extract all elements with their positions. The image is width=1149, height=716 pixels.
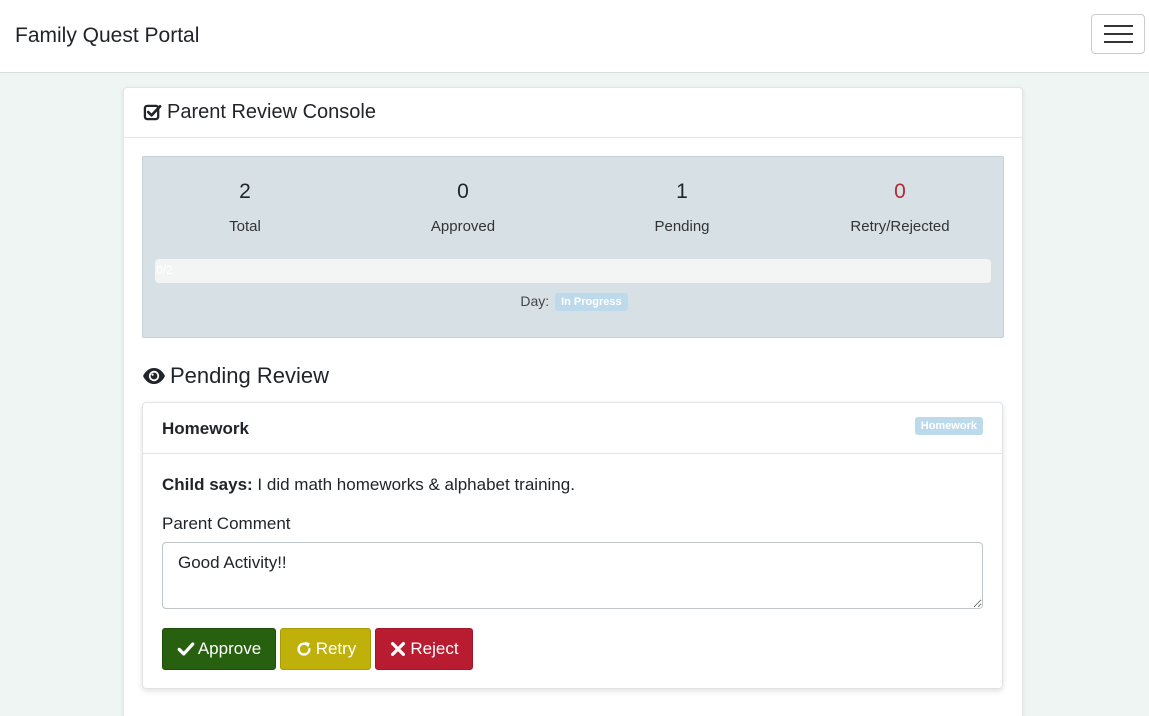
approve-label: Approve — [197, 639, 262, 658]
child-says-text: Child says: I did math homeworks & alpha… — [162, 475, 575, 495]
stats-panel: 2 Total 0 Approved 1 Pending 0 Retry/Rej… — [142, 156, 1004, 338]
pending-review-heading: Pending Review — [142, 363, 329, 389]
reject-label: Reject — [410, 639, 459, 658]
menu-toggle-button[interactable] — [1091, 14, 1145, 54]
hamburger-icon-line — [1103, 25, 1133, 27]
brand-title[interactable]: Family Quest Portal — [15, 24, 199, 48]
stat-total: 2 Total — [145, 180, 345, 235]
daily-progress-bar: 0/2 — [155, 259, 991, 283]
stat-value: 0 — [894, 180, 906, 203]
reject-button[interactable]: Reject — [375, 628, 473, 670]
check-icon — [177, 642, 195, 656]
hamburger-icon-line — [1103, 33, 1133, 35]
day-status-badge: In Progress — [555, 293, 628, 312]
stat-retry-rejected: 0 Retry/Rejected — [800, 180, 1000, 235]
stat-label: Approved — [430, 218, 496, 235]
task-category-badge: Homework — [914, 417, 983, 435]
stat-value: 1 — [676, 180, 688, 203]
stat-label: Pending — [654, 218, 710, 235]
approve-button[interactable]: Approve — [162, 628, 276, 670]
child-says-message: I did math homeworks & alphabet training… — [252, 475, 575, 494]
stat-pending: 1 Pending — [582, 180, 782, 235]
day-label: Day: — [520, 293, 550, 309]
hamburger-icon-line — [1103, 41, 1133, 43]
review-console-card: Parent Review Console 2 Total 0 Approved… — [123, 87, 1023, 716]
parent-comment-field[interactable] — [162, 542, 983, 609]
child-says-label: Child says: — [162, 475, 253, 494]
parent-comment-label: Parent Comment — [162, 514, 291, 533]
pending-review-title: Pending Review — [170, 363, 329, 388]
stat-approved: 0 Approved — [363, 180, 563, 235]
eye-icon — [143, 368, 165, 384]
task-header: Homework Homework — [143, 403, 1002, 454]
close-icon — [391, 641, 406, 657]
stat-label: Total — [229, 218, 261, 235]
retry-button[interactable]: Retry — [280, 628, 371, 670]
stat-value: 2 — [239, 180, 251, 203]
task-name: Homework — [162, 419, 249, 438]
top-navbar: Family Quest Portal — [0, 0, 1149, 73]
task-review-card: Homework Homework Child says: I did math… — [142, 402, 1003, 689]
check-square-icon — [143, 104, 162, 121]
stat-label: Retry/Rejected — [850, 218, 950, 235]
stat-value: 0 — [457, 180, 469, 203]
refresh-icon — [297, 641, 311, 656]
day-status-row: Day: In Progress — [143, 293, 1005, 312]
card-header: Parent Review Console — [124, 88, 1022, 138]
retry-label: Retry — [315, 639, 357, 658]
progress-text: 0/2 — [156, 263, 173, 277]
console-title: Parent Review Console — [167, 101, 376, 123]
